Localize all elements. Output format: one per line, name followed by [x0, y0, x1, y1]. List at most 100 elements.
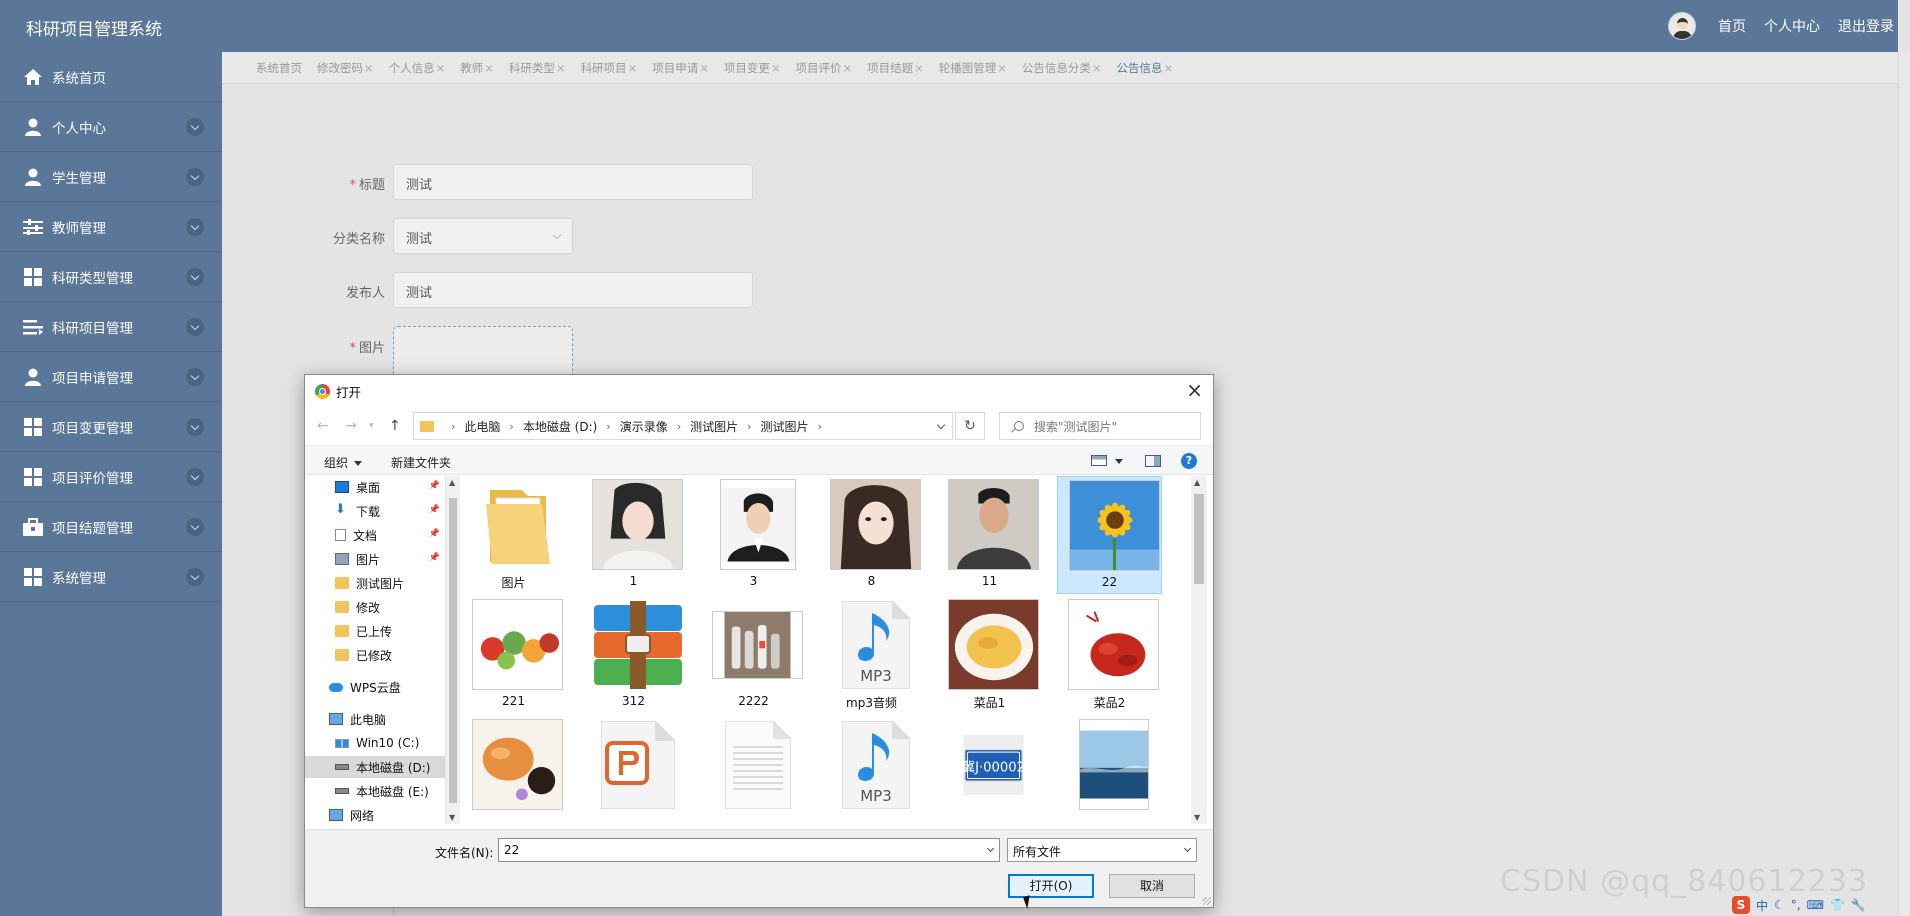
- tree-item-this-pc[interactable]: 此电脑: [305, 708, 445, 730]
- file-item[interactable]: 221: [461, 596, 566, 714]
- refresh-icon[interactable]: ↻: [955, 412, 985, 440]
- file-item[interactable]: [461, 716, 566, 824]
- file-item[interactable]: 菜品2: [1057, 596, 1162, 714]
- view-dropdown-icon[interactable]: [1115, 459, 1123, 464]
- back-arrow-icon[interactable]: ←: [317, 418, 329, 434]
- chevron-down-icon[interactable]: [186, 318, 204, 336]
- sogou-ime-icon[interactable]: S: [1732, 896, 1750, 914]
- chevron-down-icon[interactable]: [186, 268, 204, 286]
- chevron-down-icon[interactable]: [186, 568, 204, 586]
- avatar[interactable]: [1668, 12, 1696, 40]
- tools-icon[interactable]: 🔧: [1851, 898, 1866, 912]
- file-item[interactable]: MP3 mp3音频: [819, 596, 924, 714]
- tree-item-drive-d[interactable]: 本地磁盘 (D:): [305, 756, 445, 778]
- file-item[interactable]: MP3: [819, 716, 924, 824]
- chevron-down-icon[interactable]: [186, 468, 204, 486]
- filename-input[interactable]: 22: [498, 838, 1000, 862]
- cancel-button[interactable]: 取消: [1109, 874, 1195, 898]
- tab-project-application[interactable]: 项目申请×: [652, 60, 709, 76]
- logout-link[interactable]: 退出登录: [1838, 16, 1894, 36]
- search-input[interactable]: 搜索"测试图片": [999, 412, 1201, 440]
- file-item[interactable]: 3: [701, 476, 806, 594]
- tab-project-change[interactable]: 项目变更×: [724, 60, 781, 76]
- breadcrumb-item[interactable]: 演示录像: [620, 418, 668, 435]
- file-item[interactable]: 1: [581, 476, 686, 594]
- help-icon[interactable]: ?: [1181, 453, 1197, 469]
- sidebar-item-profile[interactable]: 个人中心: [0, 102, 222, 152]
- file-item[interactable]: 2222: [701, 596, 806, 714]
- publisher-input[interactable]: 测试: [393, 272, 753, 308]
- tab-carousel[interactable]: 轮播图管理×: [939, 60, 1007, 76]
- tree-item-modified[interactable]: 已修改: [305, 644, 445, 666]
- file-item[interactable]: [581, 716, 686, 824]
- chevron-down-icon[interactable]: [930, 413, 952, 439]
- tab-project-closure[interactable]: 项目结题×: [867, 60, 924, 76]
- title-input[interactable]: 测试: [393, 164, 753, 200]
- chevron-down-icon[interactable]: [186, 218, 204, 236]
- file-item[interactable]: 11: [937, 476, 1042, 594]
- tab-change-password[interactable]: 修改密码×: [317, 60, 374, 76]
- tab-personal-info[interactable]: 个人信息×: [389, 60, 446, 76]
- moon-icon[interactable]: ☾: [1774, 898, 1785, 912]
- resize-grip[interactable]: [1203, 897, 1211, 905]
- address-bar[interactable]: › 此电脑 › 本地磁盘 (D:) › 演示录像 › 测试图片 › 测试图片 ›: [413, 412, 953, 440]
- sidebar-item-system[interactable]: 系统管理: [0, 552, 222, 602]
- file-item[interactable]: [701, 716, 806, 824]
- sidebar-item-research-projects[interactable]: 科研项目管理: [0, 302, 222, 352]
- file-item[interactable]: 312: [581, 596, 686, 714]
- chevron-down-icon[interactable]: [186, 368, 204, 386]
- file-grid-scrollbar[interactable]: ▲ ▼: [1191, 476, 1207, 824]
- tree-item-drive-c[interactable]: Win10 (C:): [305, 732, 445, 754]
- tree-item-drive-e[interactable]: 本地磁盘 (E:): [305, 780, 445, 802]
- close-icon[interactable]: ×: [1186, 380, 1203, 400]
- forward-arrow-icon[interactable]: →: [345, 418, 357, 434]
- chevron-down-icon[interactable]: [186, 518, 204, 536]
- tab-research-type[interactable]: 科研类型×: [509, 60, 566, 76]
- tab-research-project[interactable]: 科研项目×: [581, 60, 638, 76]
- navigation-scrollbar[interactable]: ▲ ▼: [446, 476, 460, 824]
- tree-item-test-pictures[interactable]: 测试图片: [305, 572, 445, 594]
- organize-menu[interactable]: 组织: [324, 454, 362, 471]
- sidebar-item-project-closure[interactable]: 项目结题管理: [0, 502, 222, 552]
- skin-icon[interactable]: 👕: [1830, 898, 1845, 912]
- keyboard-icon[interactable]: ⌨: [1807, 898, 1824, 912]
- file-item[interactable]: 菜品1: [937, 596, 1042, 714]
- profile-link[interactable]: 个人中心: [1764, 16, 1820, 36]
- ime-mode[interactable]: 中: [1756, 897, 1768, 914]
- preview-pane-icon[interactable]: [1145, 455, 1161, 467]
- sidebar-item-project-evaluation[interactable]: 项目评价管理: [0, 452, 222, 502]
- tree-item-network[interactable]: 网络: [305, 804, 445, 824]
- sidebar-item-project-changes[interactable]: 项目变更管理: [0, 402, 222, 452]
- tree-item-wps-cloud[interactable]: WPS云盘: [305, 676, 445, 698]
- file-item[interactable]: 8: [819, 476, 924, 594]
- open-button[interactable]: 打开(O): [1008, 874, 1094, 898]
- page-scrollbar[interactable]: [1898, 52, 1910, 916]
- breadcrumb-item[interactable]: 本地磁盘 (D:): [523, 418, 597, 435]
- chevron-down-icon[interactable]: [186, 168, 204, 186]
- tree-item-downloads[interactable]: 下载📌: [305, 500, 445, 522]
- sidebar-item-home[interactable]: 系统首页: [0, 52, 222, 102]
- recent-dropdown-icon[interactable]: ▾: [369, 421, 374, 431]
- sidebar-item-students[interactable]: 学生管理: [0, 152, 222, 202]
- category-select[interactable]: 测试: [393, 218, 573, 254]
- breadcrumb-item[interactable]: 测试图片: [761, 418, 809, 435]
- file-item[interactable]: 冀J·00002: [937, 716, 1042, 824]
- new-folder-button[interactable]: 新建文件夹: [391, 454, 451, 471]
- breadcrumb-item[interactable]: 测试图片: [690, 418, 738, 435]
- tab-project-evaluation[interactable]: 项目评价×: [795, 60, 852, 76]
- tree-item-documents[interactable]: 文档 📌: [305, 524, 445, 546]
- tree-item-uploaded[interactable]: 已上传: [305, 620, 445, 642]
- tab-notice-info[interactable]: 公告信息×: [1117, 60, 1174, 76]
- chevron-down-icon[interactable]: [186, 118, 204, 136]
- tree-item-modify[interactable]: 修改: [305, 596, 445, 618]
- file-item[interactable]: [1057, 716, 1162, 824]
- sidebar-item-research-types[interactable]: 科研类型管理: [0, 252, 222, 302]
- breadcrumb-item[interactable]: 此电脑: [464, 418, 500, 435]
- tab-notice-category[interactable]: 公告信息分类×: [1022, 60, 1102, 76]
- punctuation-icon[interactable]: °,: [1791, 898, 1801, 912]
- filetype-select[interactable]: 所有文件: [1007, 838, 1197, 862]
- file-item[interactable]: 图片: [461, 476, 566, 594]
- sidebar-item-teachers[interactable]: 教师管理: [0, 202, 222, 252]
- tree-item-pictures[interactable]: 图片 📌: [305, 548, 445, 570]
- tab-home[interactable]: 系统首页: [256, 60, 302, 76]
